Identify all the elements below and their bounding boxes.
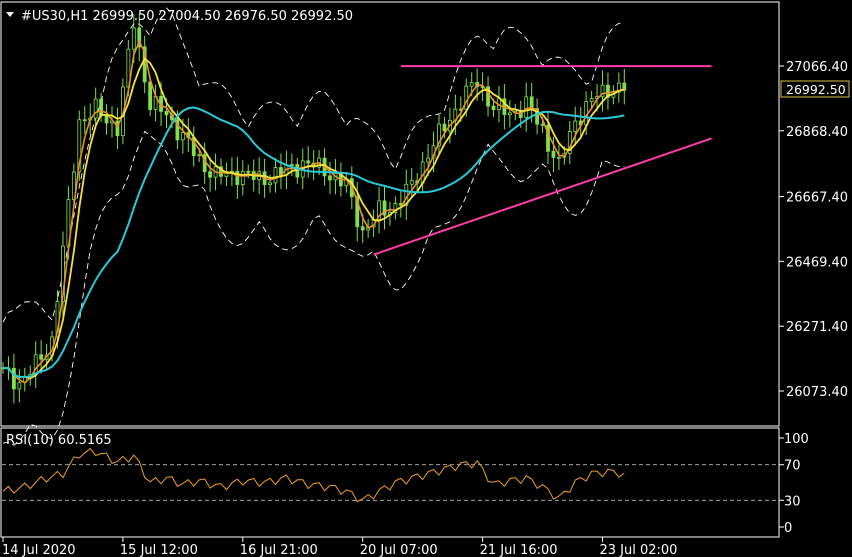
time-tick-label: 15 Jul 12:00 [120,543,198,557]
current-price-marker: 26992.50 [780,80,850,98]
price-tick-label: 26073.40 [786,385,848,400]
rsi-tick-label: 0 [784,521,792,536]
price-tick-label: 26271.40 [786,320,848,335]
rsi-tick-label: 100 [784,432,809,447]
price-axis[interactable]: 27066.40 26868.40 26667.40 26469.40 26271.40… [779,60,848,400]
time-tick-label: 20 Jul 07:00 [360,543,438,557]
rsi-tick-label: 30 [784,494,801,509]
rsi-axis: 100 70 30 0 [779,432,809,536]
time-axis[interactable]: 14 Jul 2020 15 Jul 12:00 16 Jul 21:00 20 Ju… [2,537,677,557]
time-tick-label: 23 Jul 02:00 [600,543,678,557]
price-tick-label: 27066.40 [786,60,848,75]
trading-chart[interactable]: 27066.40 26868.40 26667.40 26469.40 26271.40… [0,0,852,557]
price-tick-label: 26469.40 [786,255,848,270]
time-tick-label: 16 Jul 21:00 [240,543,318,557]
time-tick-label: 14 Jul 2020 [2,543,76,557]
price-tick-label: 26868.40 [786,125,848,140]
rsi-header: RSI(10) 60.5165 [6,433,112,448]
current-price-label: 26992.50 [786,82,846,97]
rsi-panel-frame [0,427,780,538]
time-tick-label: 21 Jul 16:00 [480,543,558,557]
price-tick-label: 26667.40 [786,191,848,206]
rsi-tick-label: 70 [784,459,801,474]
symbol-header: #US30,H1 26999.50 27004.50 26976.50 2699… [21,9,353,24]
